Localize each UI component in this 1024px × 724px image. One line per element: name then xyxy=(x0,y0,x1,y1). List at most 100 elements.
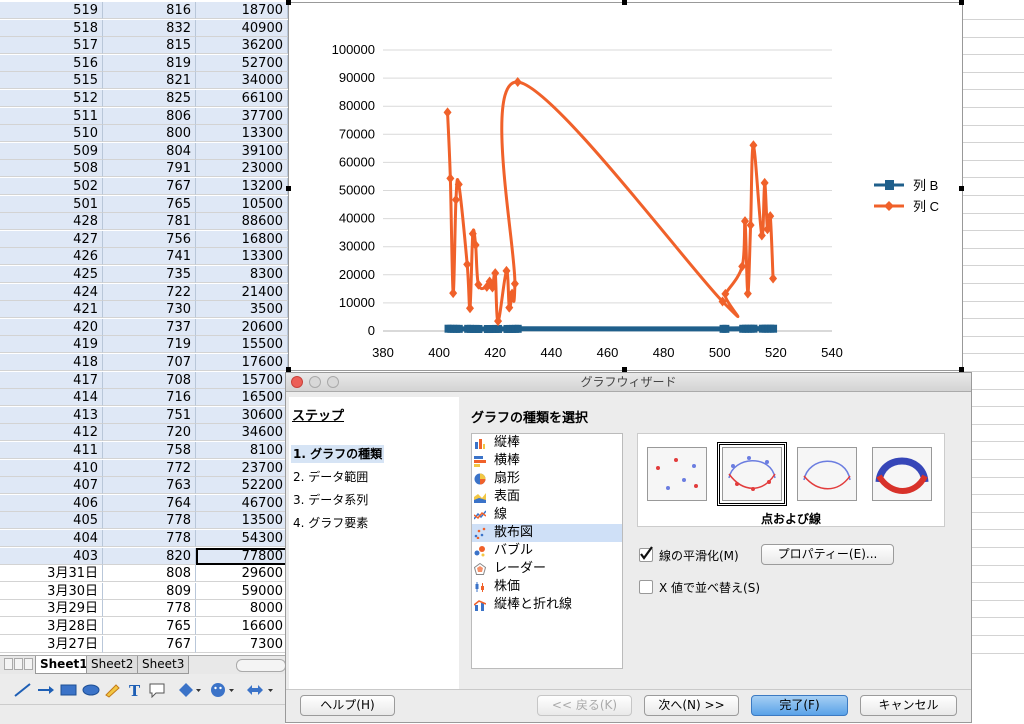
table-cell[interactable]: 77800 xyxy=(196,548,288,565)
table-cell[interactable]: 419 xyxy=(0,336,103,353)
empty-grid-cell[interactable] xyxy=(960,248,1024,266)
table-cell[interactable]: 815 xyxy=(103,37,196,54)
tab-first-button[interactable] xyxy=(4,658,13,670)
table-cell[interactable]: 809 xyxy=(103,583,196,600)
empty-grid-cell[interactable] xyxy=(960,178,1024,196)
resize-handle[interactable] xyxy=(959,0,964,5)
type-column-and-line[interactable]: 縦棒と折れ線 xyxy=(472,596,622,614)
table-cell[interactable]: 730 xyxy=(103,301,196,318)
table-cell[interactable]: 791 xyxy=(103,160,196,177)
table-cell[interactable]: 421 xyxy=(0,301,103,318)
freeform-tool-icon[interactable] xyxy=(104,682,122,698)
properties-button[interactable]: プロパティー(E)... xyxy=(761,544,894,565)
table-cell[interactable]: 405 xyxy=(0,512,103,529)
type-stock[interactable]: 株価 xyxy=(472,578,622,596)
table-cell[interactable]: 821 xyxy=(103,72,196,89)
table-cell[interactable]: 34000 xyxy=(196,72,288,89)
empty-grid-cell[interactable] xyxy=(960,125,1024,143)
table-cell[interactable]: 8300 xyxy=(196,266,288,283)
table-cell[interactable]: 21400 xyxy=(196,284,288,301)
block-arrows-icon[interactable] xyxy=(246,682,276,698)
variant-points-and-lines[interactable] xyxy=(722,447,782,501)
table-cell[interactable]: 18700 xyxy=(196,2,288,19)
empty-grid-cell[interactable] xyxy=(960,213,1024,231)
variant-lines-only[interactable] xyxy=(797,447,857,501)
rectangle-tool-icon[interactable] xyxy=(60,683,78,697)
table-cell[interactable]: 778 xyxy=(103,512,196,529)
table-cell[interactable]: 778 xyxy=(103,530,196,547)
table-cell[interactable]: 15700 xyxy=(196,372,288,389)
table-cell[interactable]: 804 xyxy=(103,143,196,160)
callout-tool-icon[interactable] xyxy=(148,682,166,698)
table-cell[interactable]: 13200 xyxy=(196,178,288,195)
table-cell[interactable]: 737 xyxy=(103,319,196,336)
table-cell[interactable]: 54300 xyxy=(196,530,288,547)
table-cell[interactable]: 16800 xyxy=(196,231,288,248)
table-cell[interactable]: 512 xyxy=(0,90,103,107)
table-cell[interactable]: 406 xyxy=(0,495,103,512)
type-scatter[interactable]: 散布図 xyxy=(472,524,622,542)
table-cell[interactable]: 510 xyxy=(0,125,103,142)
table-cell[interactable]: 502 xyxy=(0,178,103,195)
table-cell[interactable]: 428 xyxy=(0,213,103,230)
chart-frame[interactable]: 0100002000030000400005000060000700008000… xyxy=(288,2,963,371)
table-cell[interactable]: 404 xyxy=(0,530,103,547)
table-cell[interactable]: 88600 xyxy=(196,213,288,230)
empty-grid-cell[interactable] xyxy=(960,72,1024,90)
sort-by-x-checkbox[interactable] xyxy=(639,580,653,594)
table-cell[interactable]: 806 xyxy=(103,108,196,125)
table-cell[interactable]: 720 xyxy=(103,424,196,441)
table-cell[interactable]: 16600 xyxy=(196,618,288,635)
tab-sheet1[interactable]: Sheet1 xyxy=(35,656,93,674)
table-cell[interactable]: 716 xyxy=(103,389,196,406)
table-cell[interactable]: 10500 xyxy=(196,196,288,213)
table-cell[interactable]: 825 xyxy=(103,90,196,107)
table-cell[interactable]: 772 xyxy=(103,460,196,477)
empty-grid-cell[interactable] xyxy=(960,319,1024,337)
table-cell[interactable]: 735 xyxy=(103,266,196,283)
table-cell[interactable]: 515 xyxy=(0,72,103,89)
text-tool-icon[interactable]: T xyxy=(127,682,143,698)
table-cell[interactable]: 808 xyxy=(103,565,196,582)
table-cell[interactable]: 816 xyxy=(103,2,196,19)
table-cell[interactable]: 66100 xyxy=(196,90,288,107)
table-cell[interactable]: 16500 xyxy=(196,389,288,406)
table-cell[interactable]: 3月30日 xyxy=(0,583,103,600)
table-cell[interactable]: 765 xyxy=(103,618,196,635)
table-cell[interactable]: 763 xyxy=(103,477,196,494)
table-cell[interactable]: 37700 xyxy=(196,108,288,125)
table-cell[interactable]: 517 xyxy=(0,37,103,54)
cancel-button[interactable]: キャンセル xyxy=(860,695,957,716)
table-cell[interactable]: 17600 xyxy=(196,354,288,371)
table-cell[interactable]: 719 xyxy=(103,336,196,353)
type-radar[interactable]: レーダー xyxy=(472,560,622,578)
table-cell[interactable]: 508 xyxy=(0,160,103,177)
table-cell[interactable]: 781 xyxy=(103,213,196,230)
table-cell[interactable]: 15500 xyxy=(196,336,288,353)
table-cell[interactable]: 767 xyxy=(103,178,196,195)
table-cell[interactable]: 52700 xyxy=(196,55,288,72)
type-line[interactable]: 線 xyxy=(472,506,622,524)
table-cell[interactable]: 23700 xyxy=(196,460,288,477)
empty-grid-cell[interactable] xyxy=(960,108,1024,126)
table-cell[interactable]: 425 xyxy=(0,266,103,283)
table-cell[interactable]: 13300 xyxy=(196,248,288,265)
step-data-range[interactable]: 2. データ範囲 xyxy=(291,468,370,486)
help-button[interactable]: ヘルプ(H) xyxy=(300,695,395,716)
table-cell[interactable]: 800 xyxy=(103,125,196,142)
step-chart-elements[interactable]: 4. グラフ要素 xyxy=(291,514,370,532)
empty-grid-cell[interactable] xyxy=(960,336,1024,354)
line-tool-icon[interactable] xyxy=(14,683,32,697)
back-button[interactable]: << 戻る(K) xyxy=(537,695,632,716)
table-cell[interactable]: 3月29日 xyxy=(0,600,103,617)
table-cell[interactable]: 3月31日 xyxy=(0,565,103,582)
table-cell[interactable]: 410 xyxy=(0,460,103,477)
table-cell[interactable]: 403 xyxy=(0,548,103,565)
resize-handle[interactable] xyxy=(286,186,291,191)
table-cell[interactable]: 832 xyxy=(103,20,196,37)
table-cell[interactable]: 29600 xyxy=(196,565,288,582)
smooth-lines-checkbox[interactable] xyxy=(639,548,653,562)
table-cell[interactable]: 411 xyxy=(0,442,103,459)
basic-shapes-icon[interactable] xyxy=(178,682,202,698)
table-cell[interactable]: 420 xyxy=(0,319,103,336)
